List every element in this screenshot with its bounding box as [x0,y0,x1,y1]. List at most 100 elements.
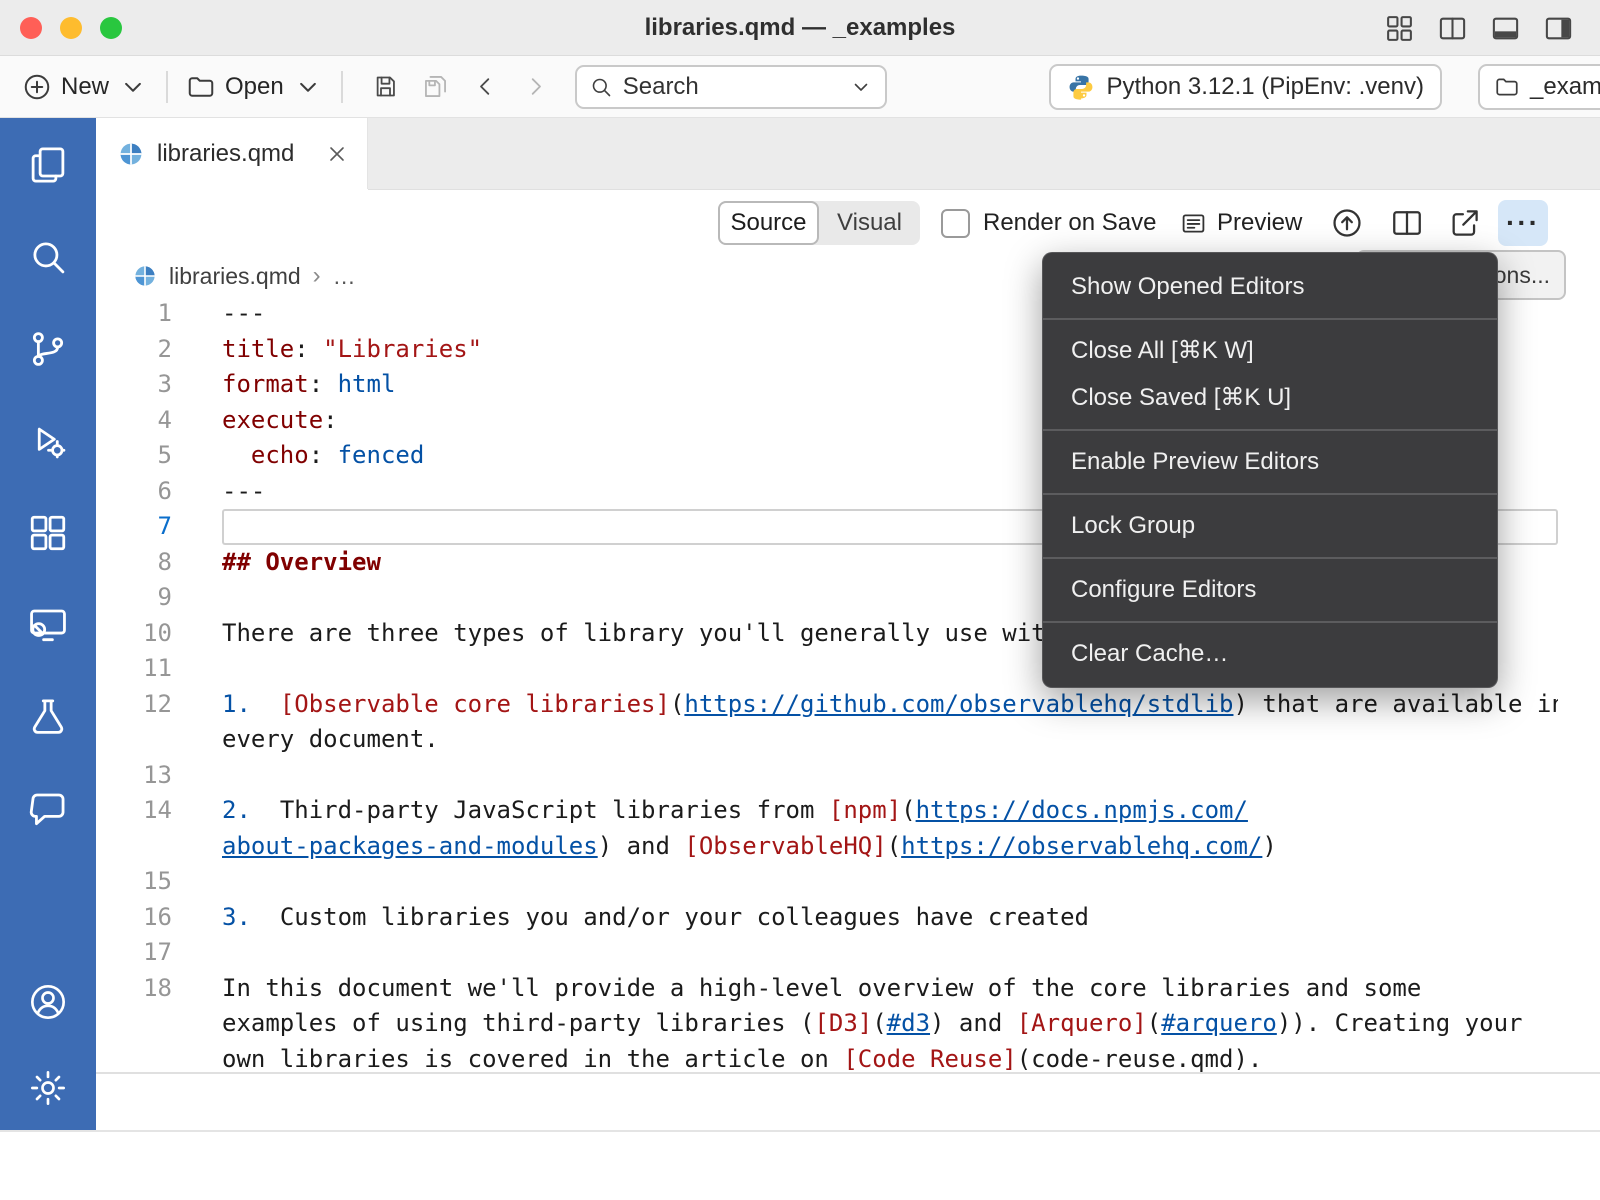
toolbar-divider [166,71,168,103]
menu-item-close-saved-k-u[interactable]: Close Saved [⌘K U] [1043,374,1497,421]
code-line[interactable]: 15 [96,864,1600,900]
preview-icon [1180,210,1207,237]
menu-item-label: Show Opened Editors [1071,273,1304,301]
layout-split-icon[interactable] [1437,13,1468,44]
line-number: 1 [96,296,172,332]
line-number: 17 [96,935,172,971]
line-number: 7 [96,509,172,545]
interpreter-selector[interactable]: Python 3.12.1 (PipEnv: .venv) [1049,64,1442,110]
line-number: 18 [96,971,172,1007]
line-number [96,1042,172,1073]
search-input[interactable]: Search [575,65,887,109]
window-controls [20,17,122,39]
panel-tabs-bar [96,1072,1600,1130]
account-icon[interactable] [28,982,68,1022]
chevron-down-icon [849,75,873,99]
source-control-icon[interactable] [27,328,69,370]
menu-item-label: Close All [⌘K W] [1071,336,1254,365]
render-on-save-checkbox-group[interactable]: Render on Save [941,190,1156,256]
chat-icon[interactable] [27,788,69,830]
code-line[interactable]: 12 1. [Observable core libraries](https:/… [96,687,1600,723]
render-icon[interactable] [1330,206,1364,240]
activity-bar-top [27,144,69,830]
open-button[interactable]: Open [186,72,323,102]
monitor-icon[interactable] [27,604,69,646]
line-number: 6 [96,474,172,510]
code-text: In this document we'll provide a high-le… [222,971,1558,1007]
code-text: 2. Third-party JavaScript libraries from… [222,793,1558,829]
menu-separator [1043,613,1497,630]
code-line[interactable]: 16 3. Custom libraries you and/or your co… [96,900,1600,936]
save-all-button[interactable] [416,67,456,107]
open-in-new-window-icon[interactable] [1448,206,1482,240]
menu-item-label: Lock Group [1071,512,1195,540]
code-text: 3. Custom libraries you and/or your coll… [222,900,1558,936]
menu-item-clear-cache[interactable]: Clear Cache… [1043,630,1497,677]
panel-actions [1546,1074,1600,1130]
save-button[interactable] [366,67,406,107]
code-line[interactable]: 14 2. Third-party JavaScript libraries fr… [96,793,1600,829]
minimize-window-button[interactable] [60,17,82,39]
menu-item-enable-preview-editors[interactable]: Enable Preview Editors [1043,438,1497,485]
line-number: 8 [96,545,172,581]
layout-panel-icon[interactable] [1490,13,1521,44]
search-icon [589,75,613,99]
save-icon [372,73,399,100]
breadcrumb-more[interactable]: … [333,263,356,290]
code-line[interactable]: 17 [96,935,1600,971]
zoom-window-button[interactable] [100,17,122,39]
code-text: 1. [Observable core libraries](https://g… [222,687,1558,723]
menu-item-configure-editors[interactable]: Configure Editors [1043,566,1497,613]
run-debug-icon[interactable] [27,420,69,462]
layout-sidebar-right-icon[interactable] [1543,13,1574,44]
menu-item-show-opened-editors[interactable]: Show Opened Editors [1043,263,1497,310]
code-line[interactable]: 13 [96,758,1600,794]
workspace-label: _examples [1530,73,1600,101]
search-placeholder: Search [623,73,839,101]
line-number: 13 [96,758,172,794]
menu-item-lock-group[interactable]: Lock Group [1043,502,1497,549]
more-actions-button[interactable]: ··· [1498,200,1548,246]
code-line[interactable]: about-packages-and-modules) and [Observa… [96,829,1600,865]
split-editor-icon[interactable] [1390,206,1424,240]
code-line[interactable]: 18 In this document we'll provide a high-… [96,971,1600,1007]
code-line[interactable]: every document. [96,722,1600,758]
breadcrumb-file[interactable]: libraries.qmd [169,263,301,290]
line-number: 14 [96,793,172,829]
activity-bar-bottom [28,982,68,1108]
save-all-icon [422,73,449,100]
source-toggle[interactable]: Source [718,201,819,245]
quarto-file-icon [118,141,144,167]
preview-button[interactable]: Preview [1180,190,1302,256]
activity-bar [0,118,96,1130]
search-icon[interactable] [27,236,69,278]
render-on-save-checkbox[interactable] [941,209,970,238]
extensions-icon[interactable] [27,512,69,554]
tab-libraries-qmd[interactable]: libraries.qmd [96,118,368,189]
forward-button[interactable] [516,67,556,107]
testing-icon[interactable] [27,696,69,738]
line-number: 12 [96,687,172,723]
layout-grid-icon[interactable] [1384,13,1415,44]
line-number: 2 [96,332,172,368]
line-number: 16 [96,900,172,936]
code-line[interactable]: own libraries is covered in the article … [96,1042,1600,1073]
new-label: New [61,73,109,101]
preview-label: Preview [1217,209,1302,237]
source-visual-toggle: Source Visual [718,201,920,245]
settings-icon[interactable] [28,1068,68,1108]
workspace-selector-partial[interactable]: _examples [1478,64,1600,110]
menu-separator [1043,485,1497,502]
line-number: 15 [96,864,172,900]
menu-item-label: Close Saved [⌘K U] [1071,383,1291,412]
explorer-icon[interactable] [27,144,69,186]
close-window-button[interactable] [20,17,42,39]
back-button[interactable] [466,67,506,107]
menu-item-close-all-k-w[interactable]: Close All [⌘K W] [1043,327,1497,374]
tab-close-icon[interactable] [325,142,349,166]
code-line[interactable]: examples of using third-party libraries … [96,1006,1600,1042]
back-icon [472,73,499,100]
new-button[interactable]: New [22,72,148,102]
visual-toggle[interactable]: Visual [819,201,920,245]
code-text [222,864,1558,900]
